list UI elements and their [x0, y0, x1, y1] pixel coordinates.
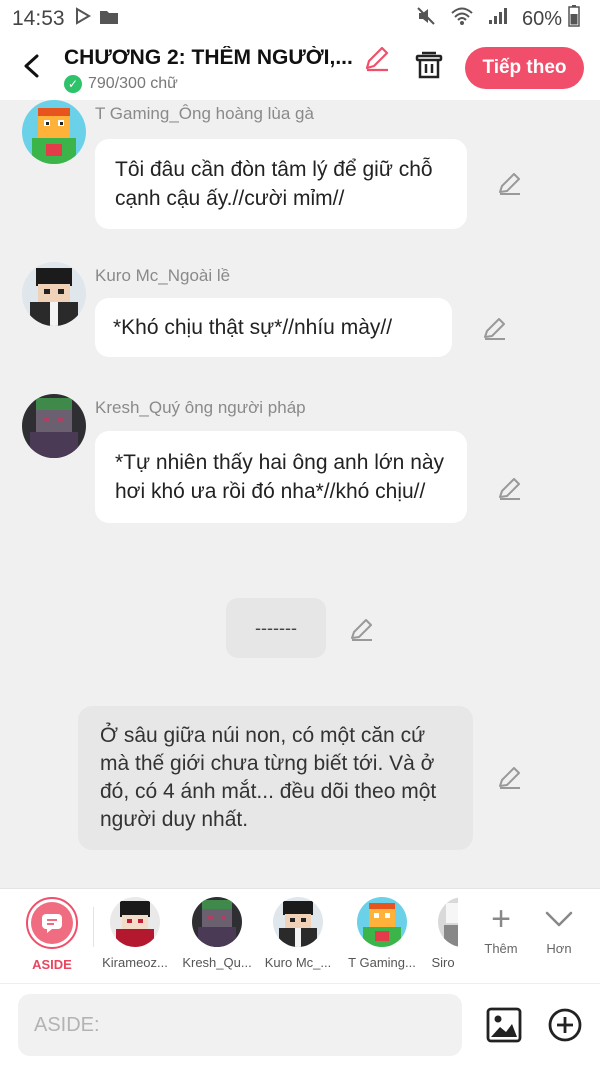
character-name: Kirameoz...: [102, 955, 168, 970]
character-bar: ASIDE Kirameoz... Kresh_Qu... Kuro Mc_..…: [0, 888, 600, 983]
character-aside[interactable]: ASIDE: [13, 897, 91, 972]
avatar: [273, 897, 323, 947]
avatar: [438, 897, 458, 947]
chat-bubble-icon: [42, 914, 62, 933]
status-time: 14:53: [12, 7, 65, 30]
aside-avatar: [26, 897, 78, 949]
character-name: Siro: [431, 955, 455, 970]
character-item[interactable]: Siro: [428, 897, 458, 970]
message-bubble[interactable]: *Khó chịu thật sự*//nhíu mày//: [95, 298, 452, 357]
avatar[interactable]: [22, 100, 86, 164]
kuro-avatar-icon: [22, 262, 86, 326]
input-bar: [0, 983, 600, 1067]
edit-aside-button[interactable]: [496, 763, 524, 791]
avatar[interactable]: [22, 394, 86, 458]
chat-area[interactable]: T Gaming_Ông hoàng lùa gà Tôi đâu cần đò…: [0, 100, 600, 888]
edit-message-button[interactable]: [481, 314, 509, 342]
add-character-button[interactable]: + Thêm: [476, 899, 526, 956]
more-options-button[interactable]: [547, 1007, 583, 1043]
pencil-icon: [365, 46, 389, 72]
pencil-icon: [351, 619, 372, 641]
divider-message[interactable]: -------: [226, 598, 326, 658]
edit-message-button[interactable]: [496, 474, 524, 502]
insert-image-button[interactable]: [486, 1007, 522, 1043]
back-button[interactable]: [14, 48, 50, 84]
word-count: ✓ 790/300 chữ: [64, 75, 178, 93]
sender-name: Kresh_Quý ông người pháp: [95, 398, 306, 417]
character-item[interactable]: Kirameoz...: [96, 897, 174, 970]
character-item[interactable]: Kresh_Qu...: [178, 897, 256, 970]
pencil-icon: [484, 318, 505, 340]
character-name: Kresh_Qu...: [182, 955, 252, 970]
play-icon: [75, 7, 91, 31]
folder-icon: [99, 8, 119, 31]
battery-icon: [568, 5, 580, 33]
expand-characters-button[interactable]: Hơn: [534, 899, 584, 956]
header: CHƯƠNG 2: THÊM NGƯỜI,... ✓ 790/300 chữ T…: [0, 38, 600, 100]
image-icon: [486, 1007, 522, 1043]
character-name: Kuro Mc_...: [264, 955, 332, 970]
sender-name: Kuro Mc_Ngoài lề: [95, 266, 231, 285]
word-count-text: 790/300 chữ: [88, 75, 178, 92]
chapter-title[interactable]: CHƯƠNG 2: THÊM NGƯỜI,...: [64, 46, 359, 70]
pencil-icon: [499, 767, 520, 789]
check-icon: ✓: [64, 75, 82, 93]
aside-narration[interactable]: Ở sâu giữa núi non, có một căn cứ mà thế…: [78, 706, 473, 850]
expand-label: Hơn: [546, 941, 572, 956]
plus-icon: +: [491, 900, 511, 938]
sender-name: T Gaming_Ông hoàng lùa gà: [95, 104, 314, 123]
battery-percent: 60%: [521, 7, 562, 30]
avatar: [357, 897, 407, 947]
edit-title-button[interactable]: [362, 43, 392, 73]
pencil-icon: [499, 173, 520, 195]
plus-circle-icon: [548, 1008, 582, 1042]
avatar[interactable]: [22, 262, 86, 326]
avatar: [110, 897, 160, 947]
pencil-icon: [499, 478, 520, 500]
character-item[interactable]: Kuro Mc_...: [259, 897, 337, 970]
message-bubble[interactable]: *Tự nhiên thấy hai ông anh lớn này hơi k…: [95, 431, 467, 523]
edit-divider-button[interactable]: [348, 615, 376, 643]
character-name: ASIDE: [32, 957, 72, 972]
character-name: T Gaming...: [348, 955, 416, 970]
t-gaming-avatar-icon: [22, 100, 86, 164]
edit-message-button[interactable]: [496, 169, 524, 197]
signal-icon: [488, 7, 508, 31]
wifi-icon: [450, 6, 474, 32]
trash-icon: [415, 51, 443, 79]
status-bar: 14:53 60%: [0, 0, 600, 38]
back-arrow-icon: [24, 54, 39, 78]
delete-button[interactable]: [412, 48, 448, 84]
next-button[interactable]: Tiếp theo: [465, 47, 584, 89]
message-input[interactable]: [18, 994, 462, 1056]
chevron-down-icon: [534, 899, 584, 941]
character-item[interactable]: T Gaming...: [343, 897, 421, 970]
separator: [93, 907, 94, 947]
avatar: [192, 897, 242, 947]
kresh-avatar-icon: [22, 394, 86, 458]
mute-icon: [416, 6, 436, 32]
add-character-label: Thêm: [484, 941, 518, 956]
message-bubble[interactable]: Tôi đâu cần đòn tâm lý để giữ chỗ cạnh c…: [95, 139, 467, 229]
